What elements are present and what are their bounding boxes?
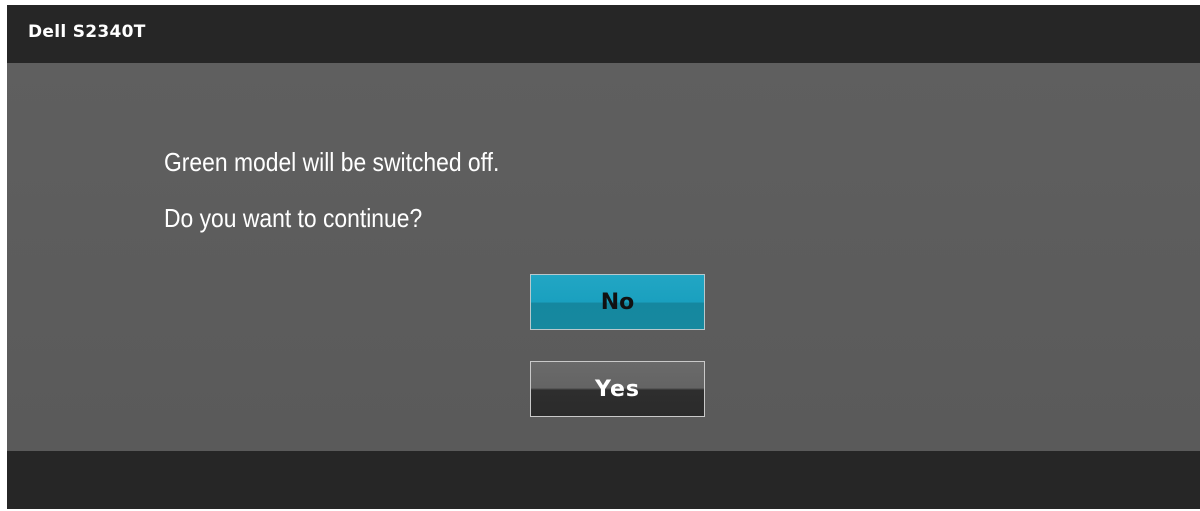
message-line-2: Do you want to continue? bbox=[164, 203, 423, 233]
footer-bar bbox=[7, 451, 1200, 509]
yes-button-label: Yes bbox=[595, 376, 640, 402]
monitor-model-title: Dell S2340T bbox=[28, 22, 146, 42]
yes-button[interactable]: Yes bbox=[530, 361, 705, 417]
no-button[interactable]: No bbox=[530, 274, 705, 330]
no-button-label: No bbox=[600, 289, 635, 315]
dialog-content: Green model will be switched off. Do you… bbox=[7, 63, 1200, 451]
message-line-1: Green model will be switched off. bbox=[164, 147, 500, 177]
osd-dialog: Dell S2340T Green model will be switched… bbox=[7, 5, 1200, 509]
title-bar: Dell S2340T bbox=[7, 5, 1200, 63]
